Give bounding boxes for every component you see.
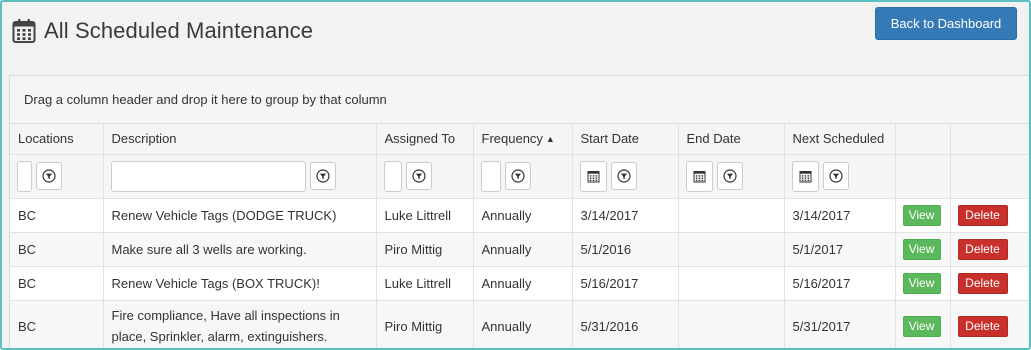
cell-assigned-to: Piro Mittig — [376, 300, 474, 348]
locations-filter-input[interactable] — [17, 160, 32, 192]
filter-icon — [616, 169, 631, 183]
filter-icon — [510, 169, 525, 183]
calendar-icon — [799, 170, 811, 182]
end-date-filter-button[interactable] — [716, 162, 743, 190]
header-row: Locations Description Assigned To Freque… — [10, 124, 1029, 155]
view-button[interactable]: View — [902, 272, 941, 294]
cell-frequency: Annually — [473, 232, 573, 267]
cell-description: Fire compliance, Have all inspections in… — [103, 300, 377, 348]
column-header-frequency[interactable]: Frequency ▲ — [473, 124, 573, 155]
maintenance-table: Locations Description Assigned To Freque… — [10, 124, 1029, 348]
calendar-icon — [12, 18, 36, 44]
cell-frequency: Annually — [473, 300, 573, 348]
delete-button[interactable]: Delete — [957, 315, 1008, 337]
frequency-filter-button[interactable] — [504, 162, 531, 190]
cell-description: Renew Vehicle Tags (BOX TRUCK)! — [103, 266, 377, 301]
cell-frequency: Annually — [473, 266, 573, 301]
view-button[interactable]: View — [902, 315, 941, 337]
column-header-start-date[interactable]: Start Date — [572, 124, 679, 155]
column-header-view — [895, 124, 951, 155]
page-header: All Scheduled Maintenance — [12, 18, 313, 44]
cell-location: BC — [10, 266, 104, 301]
calendar-icon — [587, 170, 599, 182]
page-frame: All Scheduled Maintenance Back to Dashbo… — [0, 0, 1031, 350]
column-header-assigned-to[interactable]: Assigned To — [376, 124, 474, 155]
delete-button[interactable]: Delete — [957, 272, 1008, 294]
cell-assigned-to: Luke Littrell — [376, 266, 474, 301]
cell-end-date — [678, 232, 785, 267]
column-header-next-scheduled[interactable]: Next Scheduled — [784, 124, 896, 155]
frequency-filter-input[interactable] — [480, 160, 501, 192]
column-header-delete — [950, 124, 1029, 155]
description-filter-button[interactable] — [309, 162, 336, 190]
next-scheduled-picker-button[interactable] — [791, 160, 819, 192]
cell-start-date: 3/14/2017 — [572, 198, 679, 233]
cell-location: BC — [10, 198, 104, 233]
cell-location: BC — [10, 300, 104, 348]
column-header-end-date[interactable]: End Date — [678, 124, 785, 155]
assigned-to-filter-input[interactable] — [383, 160, 402, 192]
page-title: All Scheduled Maintenance — [44, 18, 314, 43]
filter-icon — [828, 169, 843, 183]
locations-filter-button[interactable] — [36, 162, 62, 190]
start-date-picker-button[interactable] — [579, 160, 607, 192]
cell-next-scheduled: 5/1/2017 — [784, 232, 896, 267]
filter-row — [10, 154, 1029, 199]
cell-next-scheduled: 5/16/2017 — [784, 266, 896, 301]
table-row: BC Fire compliance, Have all inspections… — [10, 300, 1029, 348]
view-button[interactable]: View — [902, 238, 941, 260]
filter-icon — [315, 169, 330, 183]
assigned-to-filter-button[interactable] — [405, 162, 432, 190]
cell-end-date — [678, 266, 785, 301]
view-button[interactable]: View — [902, 204, 941, 226]
table-row: BC Renew Vehicle Tags (BOX TRUCK)! Luke … — [10, 266, 1029, 301]
start-date-filter-button[interactable] — [610, 162, 637, 190]
column-header-locations[interactable]: Locations — [10, 124, 104, 155]
cell-assigned-to: Luke Littrell — [376, 198, 474, 233]
cell-assigned-to: Piro Mittig — [376, 232, 474, 267]
cell-location: BC — [10, 232, 104, 267]
cell-end-date — [678, 300, 785, 348]
filter-icon — [42, 169, 56, 183]
cell-description: Make sure all 3 wells are working. — [103, 232, 377, 267]
cell-description: Renew Vehicle Tags (DODGE TRUCK) — [103, 198, 377, 233]
delete-button[interactable]: Delete — [957, 238, 1008, 260]
group-drop-zone[interactable]: Drag a column header and drop it here to… — [10, 76, 1029, 124]
filter-icon — [722, 169, 737, 183]
cell-frequency: Annually — [473, 198, 573, 233]
cell-start-date: 5/31/2016 — [572, 300, 679, 348]
cell-next-scheduled: 5/31/2017 — [784, 300, 896, 348]
calendar-icon — [693, 170, 705, 182]
cell-start-date: 5/1/2016 — [572, 232, 679, 267]
filter-icon — [411, 169, 426, 183]
table-row: BC Renew Vehicle Tags (DODGE TRUCK) Luke… — [10, 198, 1029, 233]
cell-start-date: 5/16/2017 — [572, 266, 679, 301]
next-scheduled-filter-button[interactable] — [822, 162, 849, 190]
sort-ascending-icon: ▲ — [545, 134, 555, 145]
table-row: BC Make sure all 3 wells are working. Pi… — [10, 232, 1029, 267]
cell-end-date — [678, 198, 785, 233]
end-date-picker-button[interactable] — [685, 160, 713, 192]
column-header-description[interactable]: Description — [103, 124, 377, 155]
back-to-dashboard-button[interactable]: Back to Dashboard — [875, 7, 1017, 40]
group-hint-text: Drag a column header and drop it here to… — [24, 92, 387, 107]
maintenance-grid: Drag a column header and drop it here to… — [9, 75, 1029, 348]
description-filter-input[interactable] — [110, 160, 306, 192]
delete-button[interactable]: Delete — [957, 204, 1008, 226]
cell-next-scheduled: 3/14/2017 — [784, 198, 896, 233]
